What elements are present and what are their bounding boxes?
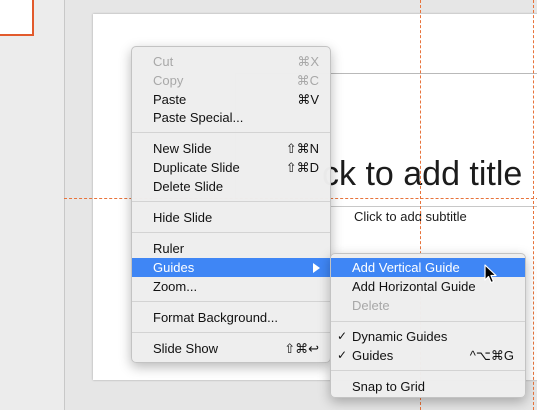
menu-item-paste-special[interactable]: Paste Special... <box>132 108 330 127</box>
menu-item-new-slide[interactable]: New Slide ⇧⌘N <box>132 139 330 158</box>
menu-separator <box>132 332 330 333</box>
menu-item-duplicate-slide[interactable]: Duplicate Slide ⇧⌘D <box>132 158 330 177</box>
shortcut-paste: ⌘V <box>297 92 319 107</box>
pane-divider[interactable] <box>64 0 65 410</box>
menu-item-delete-slide[interactable]: Delete Slide <box>132 177 330 196</box>
menu-separator <box>132 132 330 133</box>
menu-separator <box>331 370 525 371</box>
checkmark-icon: ✓ <box>337 348 348 362</box>
shortcut-guides: ^⌥⌘G <box>469 348 514 363</box>
menu-separator <box>132 232 330 233</box>
menu-item-hide-slide[interactable]: Hide Slide <box>132 208 330 227</box>
menu-item-copy[interactable]: Copy ⌘C <box>132 71 330 90</box>
subtitle-placeholder-text[interactable]: Click to add subtitle <box>354 209 467 224</box>
shortcut-new-slide: ⇧⌘N <box>285 141 319 156</box>
selected-slide-thumbnail[interactable] <box>0 0 34 36</box>
menu-item-paste[interactable]: Paste ⌘V <box>132 90 330 109</box>
slide-thumbnail-pane <box>0 0 64 410</box>
menu-item-cut[interactable]: Cut ⌘X <box>132 52 330 71</box>
menu-separator <box>132 301 330 302</box>
menu-item-slide-show[interactable]: Slide Show ⇧⌘↩ <box>132 339 330 358</box>
menu-item-zoom[interactable]: Zoom... <box>132 277 330 296</box>
submenu-arrow-icon <box>313 263 320 273</box>
shortcut-duplicate-slide: ⇧⌘D <box>285 160 319 175</box>
menu-item-ruler[interactable]: Ruler <box>132 239 330 258</box>
shortcut-slide-show: ⇧⌘↩ <box>284 341 319 356</box>
shortcut-cut: ⌘X <box>297 54 319 69</box>
checkmark-icon: ✓ <box>337 329 348 343</box>
submenu-item-dynamic-guides[interactable]: ✓ Dynamic Guides <box>331 327 525 346</box>
menu-separator <box>331 321 525 322</box>
menu-item-guides[interactable]: Guides <box>132 258 330 277</box>
submenu-item-delete[interactable]: Delete <box>331 296 525 315</box>
submenu-item-guides[interactable]: ✓ Guides ^⌥⌘G <box>331 346 525 365</box>
menu-item-format-background[interactable]: Format Background... <box>132 308 330 327</box>
context-menu: Cut ⌘X Copy ⌘C Paste ⌘V Paste Special...… <box>131 46 331 363</box>
mouse-pointer-icon <box>484 264 497 284</box>
shortcut-copy: ⌘C <box>296 73 319 88</box>
vertical-guide-edge[interactable] <box>533 0 534 410</box>
menu-separator <box>132 201 330 202</box>
title-placeholder-text[interactable]: ck to add title <box>322 155 522 194</box>
submenu-item-snap-to-grid[interactable]: Snap to Grid <box>331 377 525 396</box>
